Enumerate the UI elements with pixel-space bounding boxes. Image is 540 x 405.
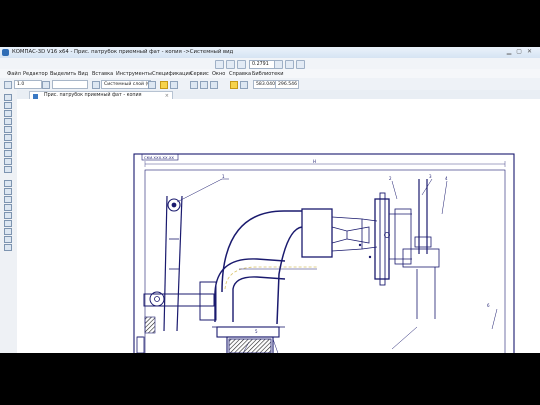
menu-help[interactable]: Справка [229, 71, 251, 77]
hatched-section [228, 338, 272, 353]
document-tab-label: Прис. патрубок приемный фат - копия [44, 93, 142, 98]
window-controls[interactable]: ▁▢✕ [507, 48, 537, 55]
edit-icon[interactable] [4, 118, 12, 125]
compact-toolbar [0, 90, 18, 353]
inner-frame [144, 169, 506, 353]
menu-file[interactable]: Файл [7, 71, 21, 77]
sheet-frame [133, 153, 515, 353]
parametric-icon[interactable] [240, 81, 248, 89]
insert-icon[interactable] [4, 166, 12, 173]
local-cs-icon[interactable] [200, 81, 208, 89]
chevron-down-icon[interactable] [42, 81, 50, 89]
menu-window[interactable]: Окно [212, 71, 225, 77]
dimensions-icon[interactable] [4, 102, 12, 109]
spec-icon[interactable] [4, 150, 12, 157]
refresh-icon[interactable] [296, 60, 305, 69]
polyline-icon[interactable] [4, 220, 12, 227]
ellipse-icon[interactable] [4, 212, 12, 219]
state-field[interactable] [52, 80, 88, 89]
layer-icon[interactable] [92, 81, 100, 89]
grid-icon[interactable] [190, 81, 198, 89]
menu-service[interactable]: Сервис [190, 71, 209, 77]
callout-5: 5 [255, 329, 258, 334]
coord-x-field[interactable]: 583.040 [253, 80, 277, 89]
menu-view[interactable]: Вид [78, 71, 88, 77]
geometry-icon[interactable] [4, 94, 12, 101]
document-tabs: Прис. патрубок приемный фат - копия × [17, 90, 540, 100]
layer-list-icon[interactable] [148, 81, 156, 89]
zoom-in-icon[interactable] [215, 60, 224, 69]
snap-icon[interactable] [160, 81, 168, 89]
menu-libraries[interactable]: Библиотеки [252, 71, 284, 77]
circle-icon[interactable] [4, 196, 12, 203]
drawing-doc-icon [33, 93, 38, 99]
zoom-dropdown-icon[interactable] [274, 60, 283, 69]
line-scale-field[interactable]: 1.0 [14, 80, 42, 89]
zoom-input[interactable]: 0.2791 [249, 60, 275, 69]
line-style-icon[interactable] [4, 81, 12, 89]
round-icon[interactable] [210, 81, 218, 89]
view-toolbar: 0.2791 [0, 58, 540, 69]
callout-2: 2 [389, 176, 392, 181]
select-icon[interactable] [4, 142, 12, 149]
menu-specification[interactable]: Спецификация [152, 71, 192, 77]
coord-y-field[interactable]: 296.546 [275, 80, 299, 89]
arc-icon[interactable] [4, 204, 12, 211]
fillet-icon[interactable] [4, 244, 12, 251]
ortho-icon[interactable] [170, 81, 178, 89]
stamp-text: СКИ.ХХХ.ХХ.ХХ [144, 155, 174, 160]
menu-editor[interactable]: Редактор [23, 71, 48, 77]
kompas-app-icon[interactable] [2, 49, 9, 56]
menu-insert[interactable]: Вставка [92, 71, 113, 77]
technical-drawing: СКИ.ХХХ.ХХ.ХХ Н 1 2 3 4 5 6 [133, 153, 515, 353]
callout-3: 3 [429, 174, 432, 179]
callout-6: 6 [487, 303, 490, 308]
segment-icon[interactable] [4, 188, 12, 195]
reports-icon[interactable] [4, 158, 12, 165]
zoom-window-icon[interactable] [226, 60, 235, 69]
measure-icon[interactable] [4, 134, 12, 141]
hatch-icon[interactable] [4, 228, 12, 235]
callout-4: 4 [445, 176, 448, 181]
layer-select[interactable]: Системный слой (0) [101, 80, 151, 89]
parametrization-icon[interactable] [4, 126, 12, 133]
zoom-out-icon[interactable] [237, 60, 246, 69]
menu-select[interactable]: Выделить [50, 71, 76, 77]
chamfer-icon[interactable] [4, 236, 12, 243]
pan-icon[interactable] [285, 60, 294, 69]
notation-icon[interactable] [4, 110, 12, 117]
cursor-snap-icon[interactable] [230, 81, 238, 89]
menu-tools[interactable]: Инструменты [116, 71, 152, 77]
window-title: КОМПАС-3D V16 x64 - Прис. патрубок прием… [12, 49, 234, 55]
callout-1: 1 [222, 174, 225, 179]
drawing-canvas[interactable]: СКИ.ХХХ.ХХ.ХХ Н 1 2 3 4 5 6 [17, 99, 540, 353]
kompas-window: КОМПАС-3D V16 x64 - Прис. патрубок прием… [0, 47, 540, 353]
dimension-label: Н [313, 159, 316, 164]
point-icon[interactable] [4, 180, 12, 187]
